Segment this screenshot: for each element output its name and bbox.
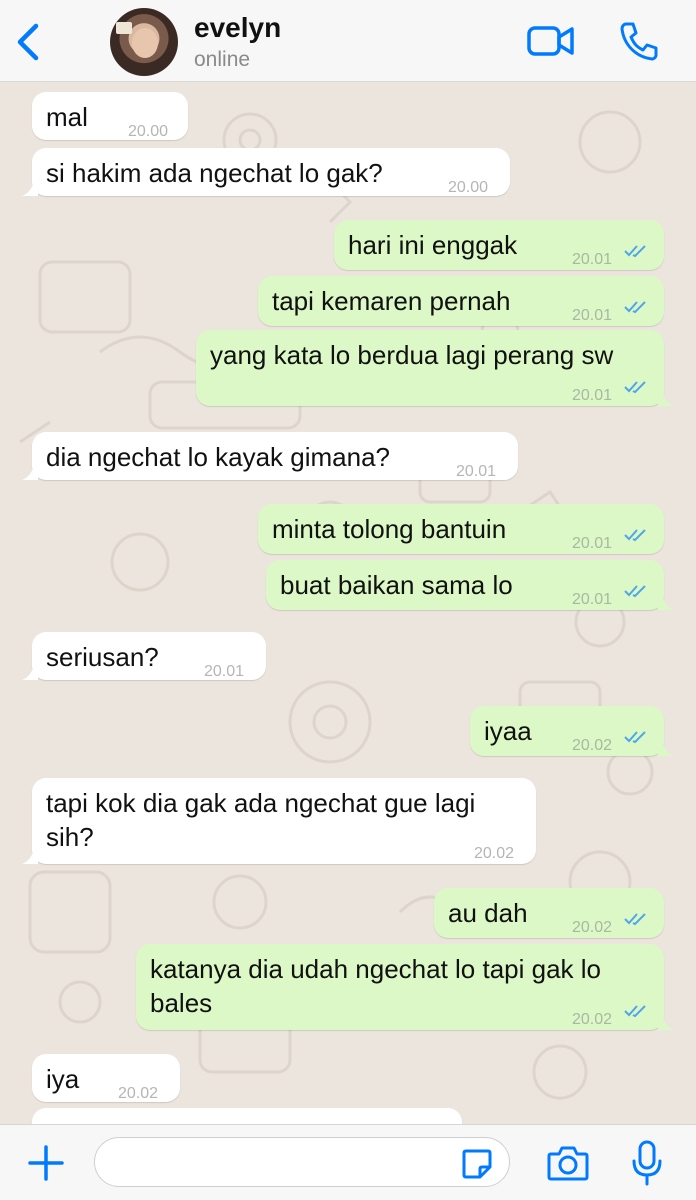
double-check-icon: [624, 301, 646, 314]
message-text: iya: [46, 1064, 80, 1094]
composer-bar: [0, 1124, 696, 1200]
message-time: 20.00: [448, 179, 489, 196]
message-incoming-partial[interactable]: [32, 1108, 462, 1124]
bubble-tail: [22, 664, 38, 680]
sticker-icon[interactable]: [460, 1147, 494, 1181]
bubble-tail: [658, 740, 674, 756]
contact-name[interactable]: evelyn: [194, 12, 281, 44]
message-outgoing[interactable]: minta tolong bantuin 20.01: [258, 504, 664, 554]
message-list[interactable]: mal 20.00 si hakim ada ngechat lo gak? 2…: [0, 82, 696, 1124]
message-outgoing[interactable]: iyaa 20.02: [470, 706, 674, 756]
message-outgoing[interactable]: tapi kemaren pernah 20.01: [258, 276, 664, 326]
message-outgoing[interactable]: katanya dia udah ngechat lo tapi gak lo …: [136, 944, 674, 1030]
message-incoming[interactable]: iya 20.02: [32, 1054, 180, 1102]
message-text: mal: [46, 102, 88, 132]
plus-icon[interactable]: [26, 1143, 66, 1183]
message-text: dia ngechat lo kayak gimana?: [46, 442, 391, 472]
message-text: si hakim ada ngechat lo gak?: [46, 158, 383, 188]
bubble-tail: [658, 594, 674, 610]
message-incoming[interactable]: mal 20.00: [32, 92, 188, 140]
message-text: buat baikan sama lo: [280, 570, 513, 600]
message-outgoing[interactable]: hari ini enggak 20.01: [334, 220, 664, 270]
message-time: 20.02: [572, 737, 613, 754]
double-check-icon: [624, 245, 646, 258]
message-time: 20.02: [118, 1085, 159, 1102]
message-time: 20.01: [572, 591, 613, 608]
message-time: 20.01: [572, 535, 613, 552]
bubble-tail: [658, 390, 674, 406]
message-time: 20.01: [204, 663, 245, 680]
double-check-icon: [624, 529, 646, 542]
message-time: 20.01: [572, 387, 613, 404]
double-check-icon: [624, 381, 646, 394]
message-time: 20.01: [456, 463, 497, 480]
avatar[interactable]: [110, 8, 178, 76]
bubble-tail: [658, 1014, 674, 1030]
message-time: 20.01: [572, 251, 613, 268]
bubble-tail: [22, 180, 38, 196]
message-input[interactable]: [94, 1137, 510, 1187]
message-text: minta tolong bantuin: [272, 514, 507, 544]
message-incoming[interactable]: seriusan? 20.01: [22, 632, 266, 680]
bubble-tail: [22, 464, 38, 480]
double-check-icon: [624, 913, 646, 926]
message-outgoing[interactable]: au dah 20.02: [434, 888, 664, 938]
message-text-line-1: katanya dia udah ngechat lo tapi gak lo: [150, 954, 602, 984]
bubble-tail: [22, 848, 38, 864]
message-text: hari ini enggak: [348, 230, 518, 260]
message-incoming[interactable]: dia ngechat lo kayak gimana? 20.01: [22, 432, 518, 480]
camera-icon[interactable]: [546, 1143, 590, 1183]
message-text: seriusan?: [46, 642, 159, 672]
phone-icon[interactable]: [618, 20, 660, 62]
message-time: 20.02: [474, 845, 515, 862]
message-text: iyaa: [484, 716, 532, 746]
message-outgoing[interactable]: buat baikan sama lo 20.01: [266, 560, 674, 610]
chat-header: evelyn online: [0, 0, 696, 82]
message-time: 20.02: [572, 1011, 613, 1028]
message-incoming[interactable]: tapi kok dia gak ada ngechat gue lagi si…: [22, 778, 536, 864]
contact-status: online: [194, 48, 251, 71]
message-text: au dah: [448, 898, 528, 928]
message-text-line-2: bales: [150, 988, 213, 1018]
message-text-line-1: tapi kok dia gak ada ngechat gue lagi: [46, 788, 476, 818]
double-check-icon: [624, 731, 646, 744]
video-call-icon[interactable]: [526, 22, 576, 60]
message-text-line-2: sih?: [46, 822, 94, 852]
microphone-icon[interactable]: [630, 1139, 664, 1187]
message-incoming[interactable]: si hakim ada ngechat lo gak? 20.00: [22, 148, 510, 196]
back-chevron-icon[interactable]: [12, 22, 46, 62]
double-check-icon: [624, 585, 646, 598]
message-outgoing[interactable]: yang kata lo berdua lagi perang sw 20.01: [196, 330, 674, 406]
message-text: yang kata lo berdua lagi perang sw: [210, 340, 614, 370]
message-text: tapi kemaren pernah: [272, 286, 511, 316]
double-check-icon: [624, 1005, 646, 1018]
message-time: 20.02: [572, 919, 613, 936]
message-time: 20.01: [572, 307, 613, 324]
message-time: 20.00: [128, 123, 169, 140]
